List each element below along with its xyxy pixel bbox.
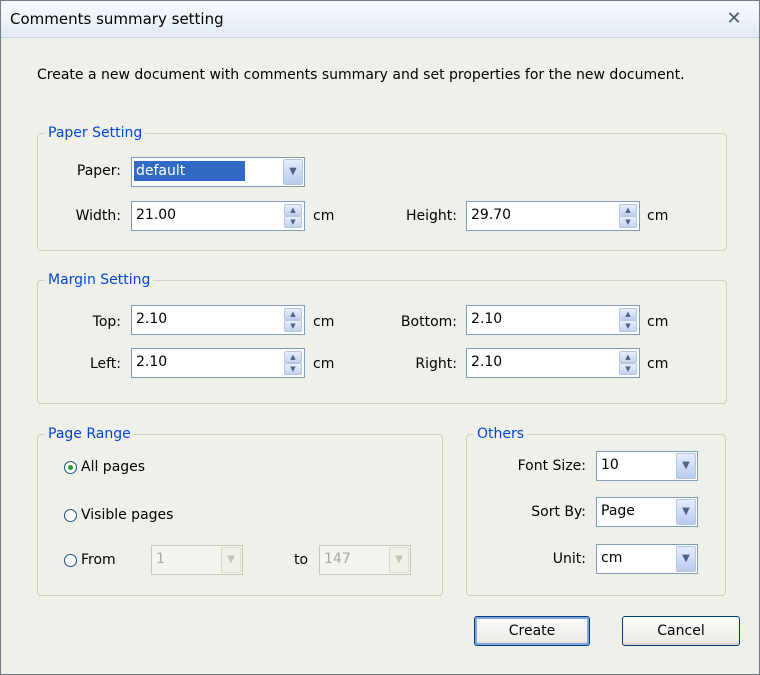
from-page-value: 1	[156, 551, 165, 567]
left-unit: cm	[313, 356, 335, 372]
height-stepper[interactable]: ▲ ▼	[466, 201, 640, 231]
page-range-legend: Page Range	[48, 426, 131, 442]
radio-from-button[interactable]	[64, 553, 77, 567]
chevron-down-icon[interactable]: ▼	[676, 453, 696, 479]
paper-setting-group: Paper Setting	[37, 125, 727, 251]
cancel-button[interactable]: Cancel	[622, 616, 740, 646]
bottom-margin-stepper[interactable]: ▲ ▼	[466, 305, 640, 335]
height-unit: cm	[647, 208, 669, 224]
spin-up-icon[interactable]: ▲	[284, 351, 302, 363]
height-stepper-arrows: ▲ ▼	[619, 204, 637, 228]
close-icon[interactable]: ✕	[723, 8, 745, 30]
bottom-unit: cm	[647, 314, 669, 330]
radio-from[interactable]: From	[64, 552, 116, 568]
right-label: Right:	[415, 356, 457, 372]
sort-by-label: Sort By:	[531, 504, 586, 520]
dialog-description: Create a new document with comments summ…	[37, 67, 685, 83]
unit-select[interactable]: cm ▼	[596, 544, 698, 574]
left-margin-input[interactable]	[132, 349, 256, 375]
right-margin-input[interactable]	[467, 349, 591, 375]
radio-all-pages-label: All pages	[81, 459, 146, 475]
right-margin-arrows: ▲ ▼	[619, 351, 637, 375]
paper-select-value: default	[134, 161, 246, 181]
paper-setting-legend: Paper Setting	[48, 125, 143, 141]
margin-setting-legend: Margin Setting	[48, 272, 151, 288]
height-input[interactable]	[467, 202, 591, 228]
top-margin-input[interactable]	[132, 306, 256, 332]
left-label: Left:	[89, 356, 121, 372]
spin-down-icon[interactable]: ▼	[284, 320, 302, 332]
bottom-label: Bottom:	[400, 314, 457, 330]
chevron-down-icon[interactable]: ▼	[676, 499, 696, 525]
to-page-value: 147	[324, 551, 351, 567]
left-margin-stepper[interactable]: ▲ ▼	[131, 348, 305, 378]
radio-visible-pages-label: Visible pages	[81, 507, 174, 523]
sort-by-value: Page	[601, 503, 635, 519]
spin-down-icon[interactable]: ▼	[284, 363, 302, 375]
chevron-down-icon[interactable]: ▼	[283, 159, 303, 185]
height-label: Height:	[406, 208, 457, 224]
radio-all-pages-button[interactable]	[64, 460, 77, 474]
unit-label: Unit:	[552, 551, 586, 567]
radio-visible-pages-button[interactable]	[64, 508, 77, 522]
bottom-margin-input[interactable]	[467, 306, 591, 332]
dialog-title: Comments summary setting	[10, 10, 224, 28]
spin-up-icon[interactable]: ▲	[284, 204, 302, 216]
width-unit: cm	[313, 208, 335, 224]
spin-up-icon[interactable]: ▲	[619, 308, 637, 320]
top-margin-stepper[interactable]: ▲ ▼	[131, 305, 305, 335]
paper-select[interactable]: default ▼	[131, 157, 305, 187]
width-stepper-arrows: ▲ ▼	[284, 204, 302, 228]
radio-from-label: From	[81, 552, 116, 568]
spin-up-icon[interactable]: ▲	[619, 204, 637, 216]
unit-value: cm	[601, 550, 623, 566]
right-margin-stepper[interactable]: ▲ ▼	[466, 348, 640, 378]
radio-visible-pages[interactable]: Visible pages	[64, 507, 173, 523]
left-margin-arrows: ▲ ▼	[284, 351, 302, 375]
to-label: to	[294, 552, 309, 568]
comments-summary-dialog: Comments summary setting ✕ Create a new …	[0, 0, 760, 675]
top-unit: cm	[313, 314, 335, 330]
width-stepper[interactable]: ▲ ▼	[131, 201, 305, 231]
spin-down-icon[interactable]: ▼	[619, 216, 637, 228]
chevron-down-icon[interactable]: ▼	[389, 547, 409, 573]
chevron-down-icon[interactable]: ▼	[221, 547, 241, 573]
right-unit: cm	[647, 356, 669, 372]
title-bar: Comments summary setting ✕	[1, 1, 759, 38]
spin-down-icon[interactable]: ▼	[619, 363, 637, 375]
spin-up-icon[interactable]: ▲	[284, 308, 302, 320]
spin-down-icon[interactable]: ▼	[619, 320, 637, 332]
width-label: Width:	[75, 208, 121, 224]
bottom-margin-arrows: ▲ ▼	[619, 308, 637, 332]
spin-down-icon[interactable]: ▼	[284, 216, 302, 228]
spin-up-icon[interactable]: ▲	[619, 351, 637, 363]
font-size-select[interactable]: 10 ▼	[596, 451, 698, 481]
margin-setting-group: Margin Setting	[37, 272, 727, 404]
create-button[interactable]: Create	[474, 616, 590, 646]
width-input[interactable]	[132, 202, 256, 228]
from-page-select[interactable]: 1 ▼	[151, 545, 243, 575]
font-size-value: 10	[601, 457, 619, 473]
paper-label: Paper:	[76, 163, 121, 179]
sort-by-select[interactable]: Page ▼	[596, 497, 698, 527]
to-page-select[interactable]: 147 ▼	[319, 545, 411, 575]
top-margin-arrows: ▲ ▼	[284, 308, 302, 332]
font-size-label: Font Size:	[517, 458, 586, 474]
chevron-down-icon[interactable]: ▼	[676, 546, 696, 572]
others-legend: Others	[477, 426, 525, 442]
radio-all-pages[interactable]: All pages	[64, 459, 145, 475]
top-label: Top:	[92, 314, 121, 330]
